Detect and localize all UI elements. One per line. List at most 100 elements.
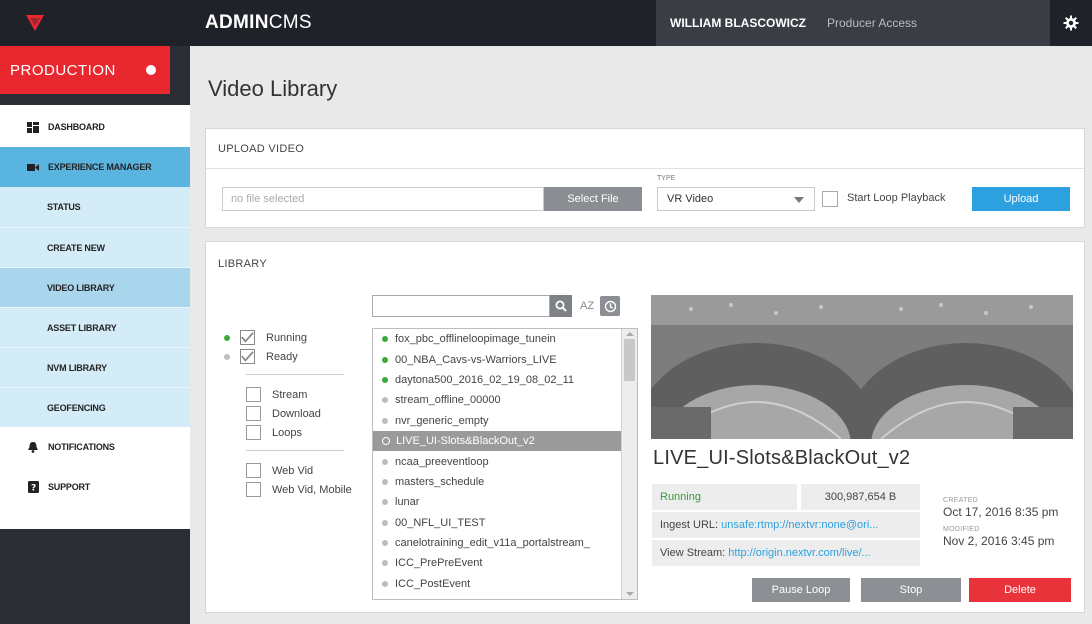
- video-list-item[interactable]: 00_NFL_UI_TEST: [373, 513, 621, 533]
- running-checkbox[interactable]: [240, 330, 255, 345]
- sidebar-item-notifications[interactable]: NOTIFICATIONS: [0, 427, 190, 467]
- detail-title: LIVE_UI-Slots&BlackOut_v2: [653, 447, 911, 469]
- sidebar-item-label: NOTIFICATIONS: [48, 442, 115, 452]
- filter-label: Web Vid, Mobile: [272, 483, 352, 496]
- environment-header[interactable]: PRODUCTION: [0, 46, 170, 94]
- video-name: daytona500_2016_02_19_08_02_11: [395, 373, 575, 386]
- video-list-item[interactable]: canelotraining_edit_v11a_portalstream_: [373, 533, 621, 553]
- filter-divider: [246, 450, 344, 451]
- filter-web-vid-mobile[interactable]: Web Vid, Mobile: [224, 480, 374, 499]
- video-name: 00_NBA_Cavs-vs-Warriors_LIVE: [395, 353, 557, 366]
- settings-button[interactable]: [1050, 0, 1092, 46]
- sidebar-item-dashboard[interactable]: DASHBOARD: [0, 107, 190, 147]
- video-status-dot: [382, 437, 390, 446]
- sort-az-button[interactable]: AZ: [580, 300, 594, 312]
- video-name: ICC_PrePreEvent: [395, 557, 483, 570]
- scroll-thumb[interactable]: [624, 339, 635, 381]
- video-list: fox_pbc_offlineloopimage_tunein 00_NBA_Ca…: [372, 328, 638, 600]
- filter-group: Running Ready Stream Download Loops Web …: [224, 328, 374, 499]
- web-vid-mobile-checkbox[interactable]: [246, 482, 261, 497]
- video-list-item[interactable]: 00_NBA_Cavs-vs-Warriors_LIVE: [373, 349, 621, 369]
- video-status-dot: [382, 519, 388, 526]
- video-status-dot: [382, 336, 388, 343]
- list-scrollbar[interactable]: [621, 329, 637, 599]
- pause-loop-button[interactable]: Pause Loop: [752, 578, 850, 602]
- filter-web-vid[interactable]: Web Vid: [224, 461, 374, 480]
- status-text: Running: [660, 491, 701, 503]
- file-field[interactable]: no file selected: [222, 187, 544, 211]
- sidebar-item-nvm-library[interactable]: NVM LIBRARY: [0, 347, 190, 387]
- page-title: Video Library: [208, 76, 338, 101]
- video-name: stream_offline_00000: [395, 394, 501, 407]
- video-list-item[interactable]: masters_schedule: [373, 472, 621, 492]
- video-status-dot: [382, 458, 388, 465]
- video-status-dot: [382, 397, 388, 404]
- video-list-item[interactable]: stream_offline_00000: [373, 390, 621, 410]
- upload-button[interactable]: Upload: [972, 187, 1070, 211]
- library-search-input[interactable]: [372, 295, 550, 317]
- sidebar-item-label: SUPPORT: [48, 482, 91, 492]
- sidebar-item-status[interactable]: STATUS: [0, 187, 190, 227]
- search-button[interactable]: [550, 295, 572, 317]
- chevron-down-icon: [794, 197, 804, 203]
- web-vid-checkbox[interactable]: [246, 463, 261, 478]
- ingest-url-cell: Ingest URL: unsafe:rtmp://nextvr:none@or…: [652, 512, 920, 538]
- video-preview[interactable]: [651, 295, 1073, 439]
- sidebar-item-experience-manager[interactable]: EXPERIENCE MANAGER: [0, 147, 190, 187]
- bell-icon: [26, 441, 40, 453]
- filter-label: Ready: [266, 350, 298, 363]
- filter-label: Loops: [272, 426, 302, 439]
- video-list-item[interactable]: fox_pbc_offlineloopimage_tunein: [373, 329, 621, 349]
- sidebar-item-label: VIDEO LIBRARY: [47, 282, 115, 293]
- sidebar-item-create-new[interactable]: CREATE NEW: [0, 227, 190, 267]
- size-cell: 300,987,654 B: [801, 484, 920, 510]
- video-name: fox_pbc_offlineloopimage_tunein: [395, 333, 556, 346]
- video-list-item[interactable]: lunar: [373, 492, 621, 512]
- filter-download[interactable]: Download: [224, 404, 374, 423]
- video-name: masters_schedule: [395, 475, 485, 488]
- size-text: 300,987,654 B: [824, 491, 897, 503]
- stadium-preview-image: [651, 295, 1073, 439]
- ingest-label: Ingest URL:: [660, 519, 719, 531]
- video-list-item[interactable]: daytona500_2016_02_19_08_02_11: [373, 370, 621, 390]
- video-list-item[interactable]: ncaa_preeventloop: [373, 451, 621, 471]
- scroll-up-icon[interactable]: [626, 332, 634, 336]
- modified-label: MODIFIED: [943, 526, 980, 533]
- sidebar-item-asset-library[interactable]: ASSET LIBRARY: [0, 307, 190, 347]
- video-list-item[interactable]: ICC_PostEvent: [373, 574, 621, 594]
- video-name: 00_NFL_UI_TEST: [395, 516, 486, 529]
- user-name[interactable]: WILLIAM BLASCOWICZ: [670, 16, 806, 30]
- scroll-down-icon[interactable]: [626, 592, 634, 596]
- sidebar-item-geofencing[interactable]: GEOFENCING: [0, 387, 190, 427]
- select-file-button[interactable]: Select File: [544, 187, 642, 211]
- logo[interactable]: [0, 0, 190, 46]
- help-icon: ?: [26, 481, 40, 493]
- checkmark-icon: [241, 332, 254, 343]
- type-select[interactable]: VR Video: [657, 187, 815, 211]
- start-loop-checkbox[interactable]: [822, 191, 838, 207]
- sidebar-item-support[interactable]: ? SUPPORT: [0, 467, 190, 507]
- stop-button[interactable]: Stop: [861, 578, 961, 602]
- filter-ready[interactable]: Ready: [224, 347, 374, 366]
- loops-checkbox[interactable]: [246, 425, 261, 440]
- ready-checkbox[interactable]: [240, 349, 255, 364]
- video-list-item[interactable]: ICC_PrePreEvent: [373, 553, 621, 573]
- video-list-item[interactable]: nvr_generic_empty: [373, 411, 621, 431]
- download-checkbox[interactable]: [246, 406, 261, 421]
- filter-running[interactable]: Running: [224, 328, 374, 347]
- delete-button[interactable]: Delete: [969, 578, 1071, 602]
- view-stream-link[interactable]: http://origin.nextvr.com/live/...: [728, 547, 870, 559]
- stream-checkbox[interactable]: [246, 387, 261, 402]
- filter-label: Running: [266, 331, 307, 344]
- sort-history-button[interactable]: [600, 296, 620, 316]
- gear-icon: [1063, 15, 1079, 31]
- filter-stream[interactable]: Stream: [224, 385, 374, 404]
- sidebar-item-video-library[interactable]: VIDEO LIBRARY: [0, 267, 190, 307]
- video-status-dot: [382, 356, 388, 363]
- video-status-dot: [382, 376, 388, 383]
- filter-loops[interactable]: Loops: [224, 423, 374, 442]
- video-list-item-selected[interactable]: LIVE_UI-Slots&BlackOut_v2: [373, 430, 621, 452]
- ingest-url-link[interactable]: unsafe:rtmp://nextvr:none@ori...: [721, 519, 878, 531]
- video-name: lunar: [395, 496, 420, 509]
- video-name: LIVE_UI-Slots&BlackOut_v2: [396, 435, 535, 448]
